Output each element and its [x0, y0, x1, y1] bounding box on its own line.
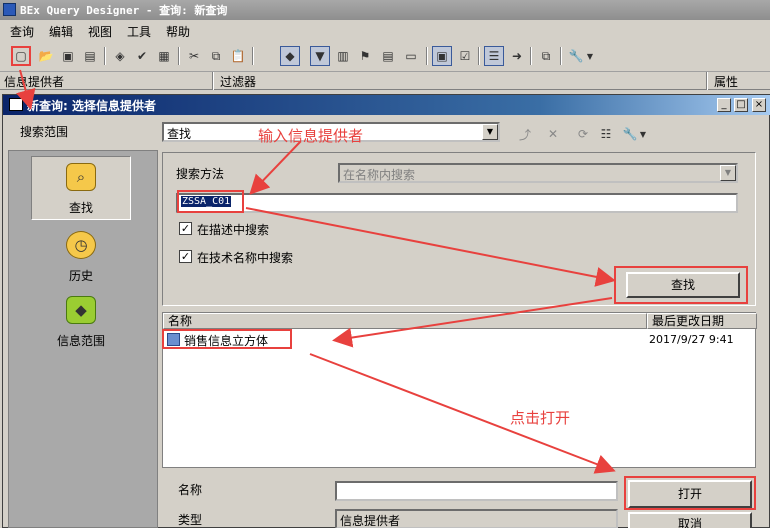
panel-divider	[706, 72, 708, 90]
sidebar-item-label: 历史	[68, 269, 93, 283]
sidebar-item-info-area[interactable]: ◆ 信息范围	[31, 296, 131, 349]
monitor-icon[interactable]: ▭	[401, 46, 421, 66]
app-title: BEx Query Designer - 查询: 新查询	[20, 4, 228, 17]
annotation-enter-provider: 输入信息提供者	[258, 127, 364, 145]
dialog-grid-icon	[9, 98, 23, 111]
annotation-box-search-input	[177, 190, 244, 213]
up-folder-icon[interactable]: ⤴	[515, 124, 535, 144]
toolbar-separator	[530, 47, 532, 65]
technical-name-checkbox[interactable]: ✓	[179, 250, 192, 263]
search-input[interactable]: ZSSA_C01	[176, 193, 738, 213]
new-query-icon[interactable]: ▢	[11, 46, 31, 66]
copy-icon[interactable]: ⧉	[206, 46, 226, 66]
toolbar-separator	[104, 47, 106, 65]
menu-edit[interactable]: 编辑	[49, 23, 73, 40]
dropdown-arrow-icon[interactable]: ▼	[585, 46, 595, 66]
dialog-title: 新查询: 选择信息提供者	[27, 99, 156, 113]
panel-header-bar: 信息提供者 过滤器 属性	[0, 72, 770, 90]
panel-divider	[212, 72, 214, 90]
check-icon[interactable]: ✔	[132, 46, 152, 66]
tools-icon[interactable]: 🔧	[566, 46, 586, 66]
search-scope-label: 搜索范围	[20, 125, 69, 139]
annotation-box-open-button	[624, 476, 756, 510]
cut-icon[interactable]: ✂	[184, 46, 204, 66]
filter-panel-label: 过滤器	[220, 75, 257, 89]
annotation-box-result	[162, 329, 292, 349]
sidebar-item-history[interactable]: ◷ 历史	[31, 231, 131, 284]
sidebar-item-label: 信息范围	[56, 334, 105, 348]
properties-icon[interactable]: ▣	[432, 46, 452, 66]
sidebar-item-find[interactable]: ⌕ 查找	[31, 156, 131, 220]
toolbar-separator	[560, 47, 562, 65]
list-view-icon[interactable]: ☷	[596, 124, 616, 144]
messages-icon[interactable]: ☰	[484, 46, 504, 66]
diamond-folder-icon: ◆	[66, 296, 96, 324]
scope-value: 查找	[167, 127, 192, 141]
description-checkbox[interactable]: ✓	[179, 222, 192, 235]
cells-icon[interactable]: ▤	[378, 46, 398, 66]
app-title-bar: BEx Query Designer - 查询: 新查询	[0, 0, 770, 20]
toolbar-separator	[178, 47, 180, 65]
menu-bar: 查询 编辑 视图 工具 帮助	[0, 20, 770, 42]
chevron-down-icon[interactable]: ▼	[720, 165, 736, 181]
infoprovider-view-icon[interactable]: ◆	[280, 46, 300, 66]
name-label: 名称	[178, 483, 203, 497]
menu-query[interactable]: 查询	[10, 23, 34, 40]
technical-name-checkbox-label: 在技术名称中搜索	[197, 251, 294, 265]
search-method-label: 搜索方法	[176, 167, 225, 181]
dialog-title-bar: 新查询: 选择信息提供者 _ □ ×	[3, 95, 770, 115]
refresh-icon[interactable]: ⟳	[573, 124, 593, 144]
toolbar-separator	[426, 47, 428, 65]
app-icon	[3, 3, 16, 16]
type-field-value: 信息提供者	[340, 514, 401, 528]
close-button[interactable]: ×	[752, 98, 766, 112]
paste-icon[interactable]: 📋	[228, 46, 248, 66]
maximize-button[interactable]: □	[734, 98, 748, 112]
sidebar-item-label: 查找	[68, 201, 93, 215]
minimize-button[interactable]: _	[717, 98, 731, 112]
type-field: 信息提供者	[335, 509, 618, 528]
search-method-value: 在名称内搜索	[343, 168, 416, 182]
cube-icon[interactable]: ◈	[110, 46, 130, 66]
forward-icon[interactable]: ➜	[507, 46, 527, 66]
delete-icon[interactable]: ✕	[543, 124, 563, 144]
name-field[interactable]	[335, 481, 618, 501]
task-icon[interactable]: ☑	[455, 46, 475, 66]
open-folder-icon[interactable]: 📂	[36, 46, 56, 66]
menu-tools[interactable]: 工具	[127, 23, 151, 40]
menu-help[interactable]: 帮助	[166, 23, 190, 40]
annotation-click-open: 点击打开	[510, 409, 571, 427]
dropdown-arrow-icon[interactable]: ▼	[638, 124, 648, 144]
description-checkbox-label: 在描述中搜索	[197, 223, 270, 237]
window-icon[interactable]: ⧉	[536, 46, 556, 66]
infoprovider-panel-label: 信息提供者	[4, 75, 65, 89]
properties-panel-label: 属性	[714, 75, 739, 89]
save-all-icon[interactable]: ▤	[80, 46, 100, 66]
toolbar: ▢ 📂 ▣ ▤ ◈ ✔ ▦ ✂ ⧉ 📋 ◆ ▼ ▥ ⚑ ▤ ▭ ▣ ☑ ☰ ➜ …	[0, 42, 770, 72]
column-header-date[interactable]: 最后更改日期	[647, 313, 757, 329]
search-method-combo[interactable]: 在名称内搜索 ▼	[338, 163, 738, 183]
settings-icon[interactable]: 🔧	[620, 124, 640, 144]
column-header-name[interactable]: 名称	[163, 313, 647, 329]
flag-icon[interactable]: ⚑	[355, 46, 375, 66]
binoculars-icon: ⌕	[66, 163, 96, 191]
grid-icon[interactable]: ▦	[154, 46, 174, 66]
save-icon[interactable]: ▣	[58, 46, 78, 66]
type-label: 类型	[178, 513, 203, 527]
filter-icon[interactable]: ▼	[310, 46, 330, 66]
annotation-box-find-button	[614, 266, 748, 304]
result-date: 2017/9/27 9:41	[649, 333, 734, 346]
scope-sidebar: ⌕ 查找 ◷ 历史 ◆ 信息范围	[8, 150, 158, 528]
rows-columns-icon[interactable]: ▥	[333, 46, 353, 66]
chevron-down-icon[interactable]: ▼	[482, 124, 498, 140]
clock-icon: ◷	[66, 231, 96, 259]
cancel-button[interactable]: 取消	[628, 512, 752, 528]
menu-view[interactable]: 视图	[88, 23, 112, 40]
toolbar-separator	[478, 47, 480, 65]
toolbar-separator	[252, 47, 254, 65]
